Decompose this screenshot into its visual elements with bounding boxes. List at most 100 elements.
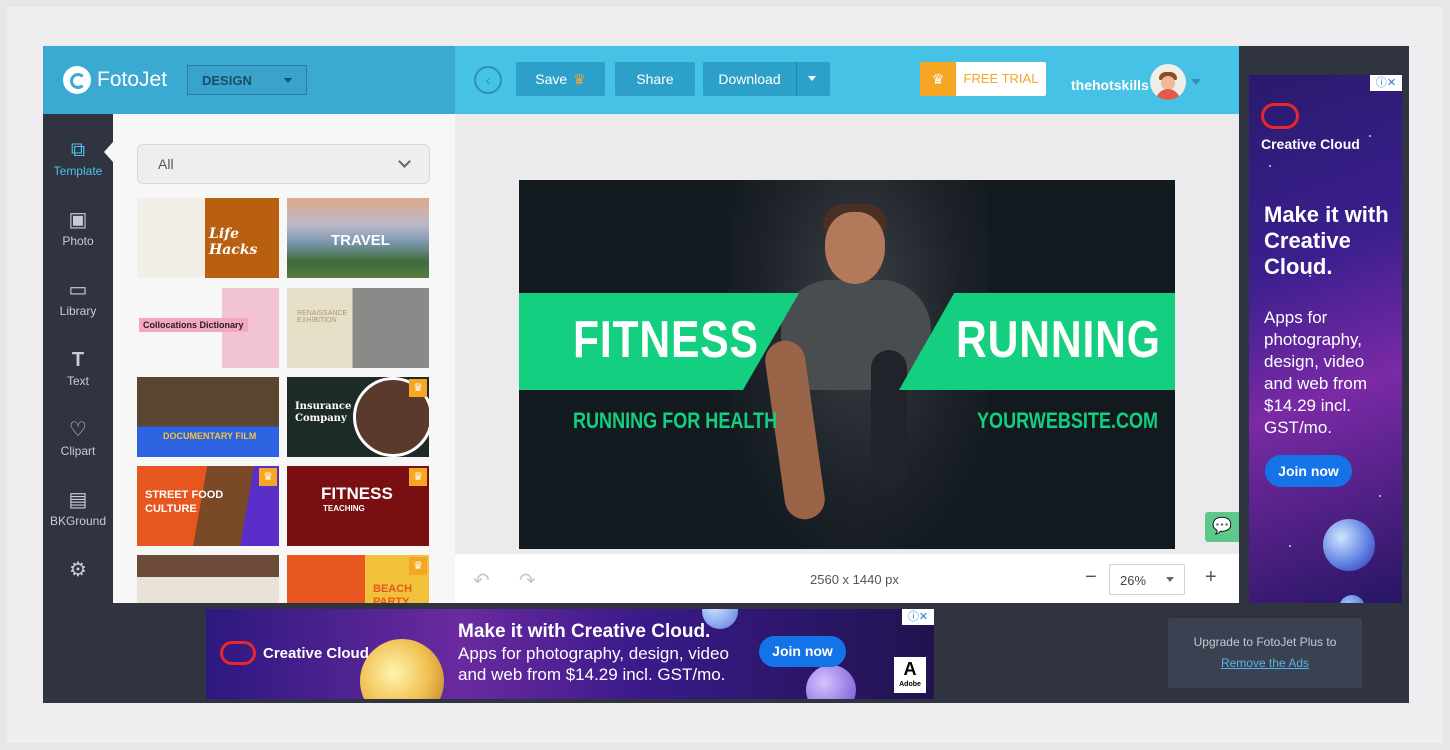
brand-bar: FotoJet DESIGN [43,46,455,114]
share-label: Share [636,71,674,87]
template-title: Life Hacks [209,226,258,258]
download-options-caret-icon[interactable] [808,76,816,81]
crown-icon: ♛ [573,71,586,87]
template-thumbnail[interactable]: Collocations Dictionary [137,288,279,368]
template-panel: All Life Hacks TRAVEL Collocations Dicti… [113,114,455,603]
sidebar-item-clipart[interactable]: ♡ Clipart [43,418,113,478]
avatar[interactable] [1150,64,1186,100]
canvas-bottom-toolbar: ↶ ↷ 2560 x 1440 px − 26% + [455,554,1239,603]
canvas-area: FITNESS RUNNING RUNNING FOR HEALTH YOURW… [455,114,1239,554]
template-thumbnail[interactable]: Insurance Company ♛ [287,377,429,457]
ad-planet [1323,519,1375,571]
zoom-in-icon[interactable]: + [1205,566,1217,589]
sidebar-item-label: Photo [62,234,94,248]
ad-brand: Creative Cloud [263,645,369,662]
crown-icon: ♛ [920,62,956,96]
zoom-out-icon[interactable]: − [1085,566,1097,589]
ad-star [1269,165,1271,167]
library-icon: ▭ [68,279,88,301]
mode-select-value: DESIGN [202,73,252,88]
template-title: RENAISSANCE EXHIBITION [297,310,348,324]
template-thumbnail[interactable]: Life Hacks [137,198,279,278]
design-artboard[interactable]: FITNESS RUNNING RUNNING FOR HEALTH YOURW… [519,180,1175,549]
ad-star [1379,495,1381,497]
template-thumbnail[interactable]: RENAISSANCE EXHIBITION [287,288,429,368]
headline-right[interactable]: RUNNING [956,310,1161,370]
caret-down-icon [1166,577,1174,582]
user-menu-caret-icon[interactable] [1191,79,1201,85]
subheading-right[interactable]: YOURWEBSITE.COM [977,408,1158,434]
upgrade-text: Upgrade to FotoJet Plus to [1193,635,1337,649]
sidebar-item-bkground[interactable]: ▤ BKGround [43,488,113,548]
back-button[interactable]: ‹ [474,66,502,94]
crown-icon: ♛ [259,468,277,486]
ad-join-button[interactable]: Join now [759,636,846,667]
subheading-left[interactable]: RUNNING FOR HEALTH [573,408,777,434]
template-interior-photo [137,577,279,603]
top-bar: FotoJet DESIGN ‹ Save ♛ Share Download ♛ … [43,46,1239,114]
template-thumbnail[interactable]: FITNESS TEACHING ♛ [287,466,429,546]
logo[interactable]: FotoJet [63,66,167,94]
template-thumbnail[interactable]: BEACH PARTY ♛ [287,555,429,603]
ad-close-button[interactable]: ⓘ✕ [1370,75,1402,91]
ad-banner-bottom[interactable]: Creative Cloud Make it with Creative Clo… [206,609,934,699]
free-trial-label: FREE TRIAL [963,71,1039,86]
download-button[interactable]: Download [703,62,830,96]
fotojet-logo-icon [63,66,91,94]
caret-down-icon [284,78,292,83]
creative-cloud-logo-icon [1261,103,1299,129]
save-button[interactable]: Save ♛ [516,62,605,96]
sidebar-item-library[interactable]: ▭ Library [43,278,113,338]
redo-icon[interactable]: ↷ [519,568,536,593]
ad-close-button[interactable]: ⓘ✕ [902,609,934,625]
template-title: DOCUMENTARY FILM [163,431,257,441]
sidebar-item-settings[interactable]: ⚙ [43,558,113,618]
feedback-chat-button[interactable]: 💬 [1205,512,1239,542]
ad-banner-right[interactable]: ⓘ✕ Creative Cloud Make it with Creative … [1249,75,1402,603]
sidebar-item-label: BKGround [49,514,107,528]
active-pointer [104,142,113,162]
avatar-shirt [1156,89,1180,100]
template-thumbnail[interactable]: TRAVEL [287,198,429,278]
template-title: STREET FOOD CULTURE [145,489,224,515]
free-trial-button[interactable]: ♛ FREE TRIAL [920,62,1046,96]
mode-select[interactable]: DESIGN [187,65,307,95]
headline-left[interactable]: FITNESS [573,310,759,370]
template-thumbnail[interactable] [137,555,279,603]
ad-headline: Make it with Creative Cloud. [1264,202,1389,279]
chevron-down-icon [398,155,411,168]
avatar-face [1161,76,1175,90]
adobe-logo-icon: A Adobe [894,657,926,693]
ad-body: Apps for photography, design, video and … [1264,308,1367,437]
settings-icon: ⚙ [69,559,87,581]
template-thumbnail[interactable]: STREET FOOD CULTURE ♛ [137,466,279,546]
ad-join-button[interactable]: Join now [1265,455,1352,487]
download-divider [796,62,797,96]
background-icon: ▤ [68,489,88,511]
remove-ads-link[interactable]: Remove the Ads [1221,656,1309,670]
sidebar-item-label: Text [66,374,89,388]
crown-icon: ♛ [409,379,427,397]
sidebar-item-template[interactable]: ⧉ Template [43,138,113,198]
template-filter-value: All [158,156,174,172]
template-subtitle: TEACHING [323,504,365,513]
share-button[interactable]: Share [615,62,695,96]
username[interactable]: thehotskills [1071,77,1149,93]
template-filter-select[interactable]: All [137,144,430,184]
crown-icon: ♛ [409,468,427,486]
ad-planet [1339,595,1365,603]
crown-icon: ♛ [409,557,427,575]
ad-planet [806,665,856,699]
clipart-icon: ♡ [69,419,87,441]
sidebar-item-photo[interactable]: ▣ Photo [43,208,113,268]
ad-body: Apps for photography, design, video and … [458,644,729,684]
runner-photo-leg [871,350,907,490]
ad-brand: Creative Cloud [1261,136,1360,152]
template-thumbnail[interactable]: DOCUMENTARY FILM [137,377,279,457]
sidebar-item-text[interactable]: T Text [43,348,113,408]
zoom-select[interactable]: 26% [1109,564,1185,595]
canvas-dimensions: 2560 x 1440 px [810,572,899,587]
template-title: FITNESS [321,484,393,503]
undo-icon[interactable]: ↶ [473,568,490,593]
chevron-left-icon: ‹ [485,72,491,88]
